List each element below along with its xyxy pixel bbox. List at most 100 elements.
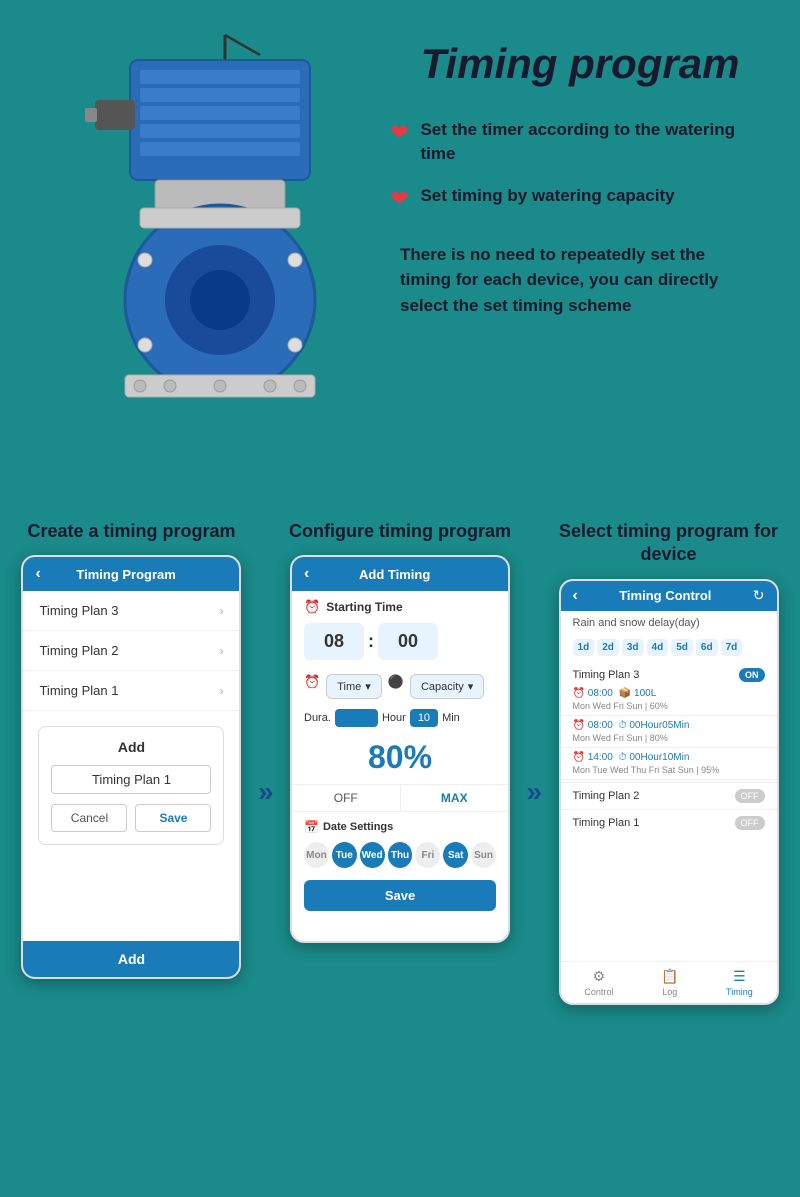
- day-tab-1d[interactable]: 1d: [573, 639, 595, 656]
- right-content: Timing program ❤ Set the timer according…: [370, 30, 770, 318]
- dura-label: Dura.: [304, 712, 331, 724]
- date-settings-row: 📅 Date Settings: [292, 812, 508, 838]
- phone-1-footer-add[interactable]: Add: [23, 941, 239, 977]
- phone-3-header: ‹ Timing Control ↻: [561, 581, 777, 611]
- step-2-column: Configure timing program ‹ Add Timing ⏰ …: [284, 520, 517, 1005]
- save-button[interactable]: Save: [135, 804, 211, 832]
- schedule-item-2-title: ⏰ 08:00 ⏱ 00Hour05Min: [573, 720, 765, 731]
- percentage-display: 80%: [292, 731, 508, 784]
- divider-2: [561, 809, 777, 810]
- day-wed[interactable]: Wed: [360, 842, 385, 868]
- footer-tab-log[interactable]: 📋 Log: [661, 968, 678, 997]
- plan2-toggle[interactable]: OFF: [735, 789, 765, 803]
- footer-timing-label: Timing: [726, 987, 753, 997]
- log-icon: 📋: [661, 968, 678, 985]
- list-item-plan3[interactable]: Timing Plan 3 ›: [23, 591, 239, 631]
- dropdown-chevron-2: ▾: [468, 680, 474, 693]
- time-colon: :: [368, 631, 374, 652]
- day-tab-6d[interactable]: 6d: [696, 639, 718, 656]
- phone-1-header-title: Timing Program: [49, 567, 204, 582]
- plan3-header: Timing Plan 3 ON: [561, 664, 777, 686]
- time-display: 08 : 00: [292, 623, 508, 668]
- plan2-label: Timing Plan 2: [573, 790, 640, 802]
- add-dialog-title: Add: [51, 739, 211, 755]
- phone-2-back-icon[interactable]: ‹: [304, 565, 309, 583]
- day-sat[interactable]: Sat: [443, 842, 468, 868]
- day-tab-2d[interactable]: 2d: [597, 639, 619, 656]
- max-button[interactable]: MAX: [400, 785, 509, 811]
- min-num[interactable]: 10: [410, 709, 438, 727]
- schedule-item-3: ⏰ 14:00 ⏱ 00Hour10Min Mon Tue Wed Thu Fr…: [561, 750, 777, 780]
- starting-time-label: Starting Time: [326, 600, 402, 614]
- refresh-icon[interactable]: ↻: [753, 587, 765, 604]
- day-tab-5d[interactable]: 5d: [671, 639, 693, 656]
- arrow-1-container: »: [258, 520, 274, 1005]
- day-tab-3d[interactable]: 3d: [622, 639, 644, 656]
- phone-1-mockup: ‹ Timing Program Timing Plan 3 › Timing …: [21, 555, 241, 979]
- time-dropdown[interactable]: Time ▾: [326, 674, 382, 699]
- plan1-label: Timing Plan 1: [573, 817, 640, 829]
- rain-delay-label: Rain and snow delay(day): [561, 611, 777, 635]
- footer-tab-timing[interactable]: ☰ Timing: [726, 968, 753, 997]
- arrow-2-container: »: [526, 520, 542, 1005]
- day-tue[interactable]: Tue: [332, 842, 357, 868]
- step-3-column: Select timing program for device ‹ Timin…: [552, 520, 785, 1005]
- day-sun[interactable]: Sun: [471, 842, 496, 868]
- feature-text-1: Set the timer according to the watering …: [420, 118, 770, 166]
- time-min[interactable]: 00: [378, 623, 438, 660]
- capacity-dropdown[interactable]: Capacity ▾: [410, 674, 484, 699]
- arrow-icon-1: ›: [219, 604, 223, 618]
- heart-icon-1: ❤: [390, 120, 408, 146]
- phone-3-header-title: Timing Control: [586, 588, 745, 603]
- double-arrow-2: »: [526, 776, 542, 808]
- time-hour[interactable]: 08: [304, 623, 364, 660]
- divider-1: [561, 782, 777, 783]
- day-tabs-row: 1d 2d 3d 4d 5d 6d 7d: [561, 635, 777, 664]
- phone-1-header: ‹ Timing Program: [23, 557, 239, 591]
- schedule-item-3-title: ⏰ 14:00 ⏱ 00Hour10Min: [573, 752, 765, 763]
- list-item-plan1[interactable]: Timing Plan 1 ›: [23, 671, 239, 711]
- schedule-item-1-title: ⏰ 08:00 📦 100L: [573, 688, 765, 699]
- heart-icon-2: ❤: [390, 186, 408, 212]
- add-dialog-input[interactable]: Timing Plan 1: [51, 765, 211, 794]
- day-thu[interactable]: Thu: [388, 842, 413, 868]
- plan3-label: Timing Plan 3: [573, 669, 640, 681]
- timing-icon: ☰: [733, 968, 746, 985]
- footer-log-label: Log: [662, 987, 677, 997]
- control-row: ⏰ Time ▾ ⚫ Capacity ▾: [292, 668, 508, 705]
- date-settings-label: Date Settings: [323, 821, 393, 833]
- min-label: Min: [442, 712, 460, 724]
- dura-row: Dura. Hour 10 Min: [292, 705, 508, 731]
- phone-3-footer: ⚙ Control 📋 Log ☰ Timing: [561, 961, 777, 1003]
- product-image-container: [30, 30, 370, 410]
- cancel-button[interactable]: Cancel: [51, 804, 127, 832]
- plan3-toggle[interactable]: ON: [739, 668, 765, 682]
- arrow-icon-2: ›: [219, 644, 223, 658]
- dropdown-chevron-1: ▾: [365, 680, 371, 693]
- schedule-item-1-meta: Mon Wed Fri Sun | 60%: [573, 701, 765, 711]
- plan2-header: Timing Plan 2 OFF: [561, 785, 777, 807]
- top-section: Timing program ❤ Set the timer according…: [0, 0, 800, 500]
- feature-item-1: ❤ Set the timer according to the waterin…: [390, 118, 770, 166]
- off-button[interactable]: OFF: [292, 785, 400, 811]
- feature-item-2: ❤ Set timing by watering capacity: [390, 184, 770, 212]
- feature-text-2: Set timing by watering capacity: [420, 184, 674, 208]
- day-fri[interactable]: Fri: [415, 842, 440, 868]
- phone-2-save-button[interactable]: Save: [304, 880, 496, 911]
- steps-row: Create a timing program ‹ Timing Program…: [15, 520, 785, 1005]
- off-max-row: OFF MAX: [292, 784, 508, 812]
- starting-time-row: ⏰ Starting Time: [292, 591, 508, 623]
- schedule-item-3-meta: Mon Tue Wed Thu Fri Sat Sun | 95%: [573, 765, 765, 775]
- day-tab-7d[interactable]: 7d: [721, 639, 743, 656]
- day-tab-4d[interactable]: 4d: [647, 639, 669, 656]
- plan1-toggle[interactable]: OFF: [735, 816, 765, 830]
- phone-1-body: Timing Plan 3 › Timing Plan 2 › Timing P…: [23, 591, 239, 941]
- day-mon[interactable]: Mon: [304, 842, 329, 868]
- feature-list: ❤ Set the timer according to the waterin…: [390, 118, 770, 212]
- phone-3-back-icon[interactable]: ‹: [573, 587, 578, 605]
- schedule-item-1: ⏰ 08:00 📦 100L Mon Wed Fri Sun | 60%: [561, 686, 777, 716]
- phone-1-back-icon[interactable]: ‹: [35, 565, 40, 583]
- footer-tab-control[interactable]: ⚙ Control: [584, 968, 613, 997]
- bottom-section: Create a timing program ‹ Timing Program…: [0, 500, 800, 1035]
- list-item-plan2[interactable]: Timing Plan 2 ›: [23, 631, 239, 671]
